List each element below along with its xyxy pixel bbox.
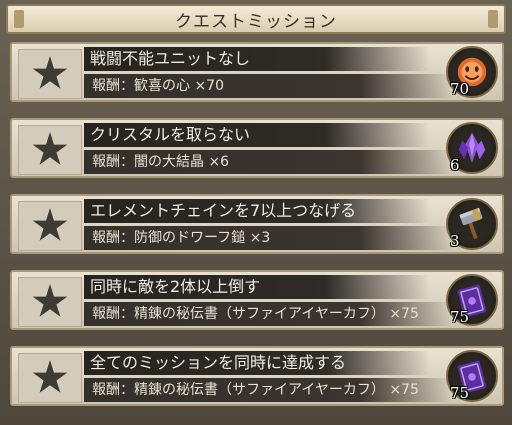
reward-count: 75: [450, 308, 470, 326]
mission-title: 全てのミッションを同時に達成する: [84, 351, 430, 375]
mission-panel: クエストミッション 戦闘不能ユニットなし 報酬：歓喜の心 ×70 70 クリスタ…: [0, 0, 512, 425]
mission-reward: 報酬：防御のドワーフ鎚 ×3: [84, 226, 452, 250]
mission-title: 同時に敵を2体以上倒す: [84, 275, 430, 299]
reward-item: 精錬の秘伝書（サファイアイヤーカフ） ×75: [134, 306, 419, 322]
joy-heart-icon[interactable]: 70: [446, 46, 498, 98]
dwarf-hammer-icon[interactable]: 3: [446, 198, 498, 250]
reward-count: 75: [450, 384, 470, 402]
reward-item: 闇の大結晶 ×6: [134, 154, 230, 170]
secret-tome-icon[interactable]: 75: [446, 274, 498, 326]
star-icon: [32, 208, 68, 241]
reward-label: 報酬：: [92, 306, 134, 322]
star-icon: [32, 360, 68, 393]
reward-count: 3: [450, 232, 460, 250]
reward-count: 70: [450, 80, 470, 98]
mission-title: クリスタルを取らない: [84, 123, 430, 147]
star-icon: [32, 56, 68, 89]
reward-label: 報酬：: [92, 382, 134, 398]
reward-label: 報酬：: [92, 78, 134, 94]
mission-row[interactable]: 全てのミッションを同時に達成する 報酬：精錬の秘伝書（サファイアイヤーカフ） ×…: [10, 346, 504, 406]
mission-title: エレメントチェインを7以上つなげる: [84, 199, 430, 223]
mission-reward: 報酬：闇の大結晶 ×6: [84, 150, 452, 174]
mission-status: [18, 125, 82, 175]
star-icon: [32, 132, 68, 165]
mission-reward: 報酬：歓喜の心 ×70: [84, 74, 452, 98]
reward-item: 歓喜の心 ×70: [134, 78, 224, 94]
reward-item: 防御のドワーフ鎚 ×3: [134, 230, 271, 246]
mission-row[interactable]: クリスタルを取らない 報酬：闇の大結晶 ×6 6: [10, 118, 504, 178]
mission-status: [18, 49, 82, 99]
secret-tome-icon[interactable]: 75: [446, 350, 498, 402]
reward-label: 報酬：: [92, 154, 134, 170]
mission-reward: 報酬：精錬の秘伝書（サファイアイヤーカフ） ×75: [84, 302, 452, 326]
reward-label: 報酬：: [92, 230, 134, 246]
mission-status: [18, 353, 82, 403]
reward-item: 精錬の秘伝書（サファイアイヤーカフ） ×75: [134, 382, 419, 398]
dark-crystal-icon[interactable]: 6: [446, 122, 498, 174]
mission-reward: 報酬：精錬の秘伝書（サファイアイヤーカフ） ×75: [84, 378, 452, 402]
mission-status: [18, 201, 82, 251]
reward-count: 6: [450, 156, 460, 174]
mission-row[interactable]: 戦闘不能ユニットなし 報酬：歓喜の心 ×70 70: [10, 42, 504, 102]
mission-status: [18, 277, 82, 327]
mission-row[interactable]: エレメントチェインを7以上つなげる 報酬：防御のドワーフ鎚 ×3 3: [10, 194, 504, 254]
panel-title: クエストミッション: [6, 4, 506, 34]
mission-title: 戦闘不能ユニットなし: [84, 47, 430, 71]
star-icon: [32, 284, 68, 317]
mission-row[interactable]: 同時に敵を2体以上倒す 報酬：精錬の秘伝書（サファイアイヤーカフ） ×75 75: [10, 270, 504, 330]
